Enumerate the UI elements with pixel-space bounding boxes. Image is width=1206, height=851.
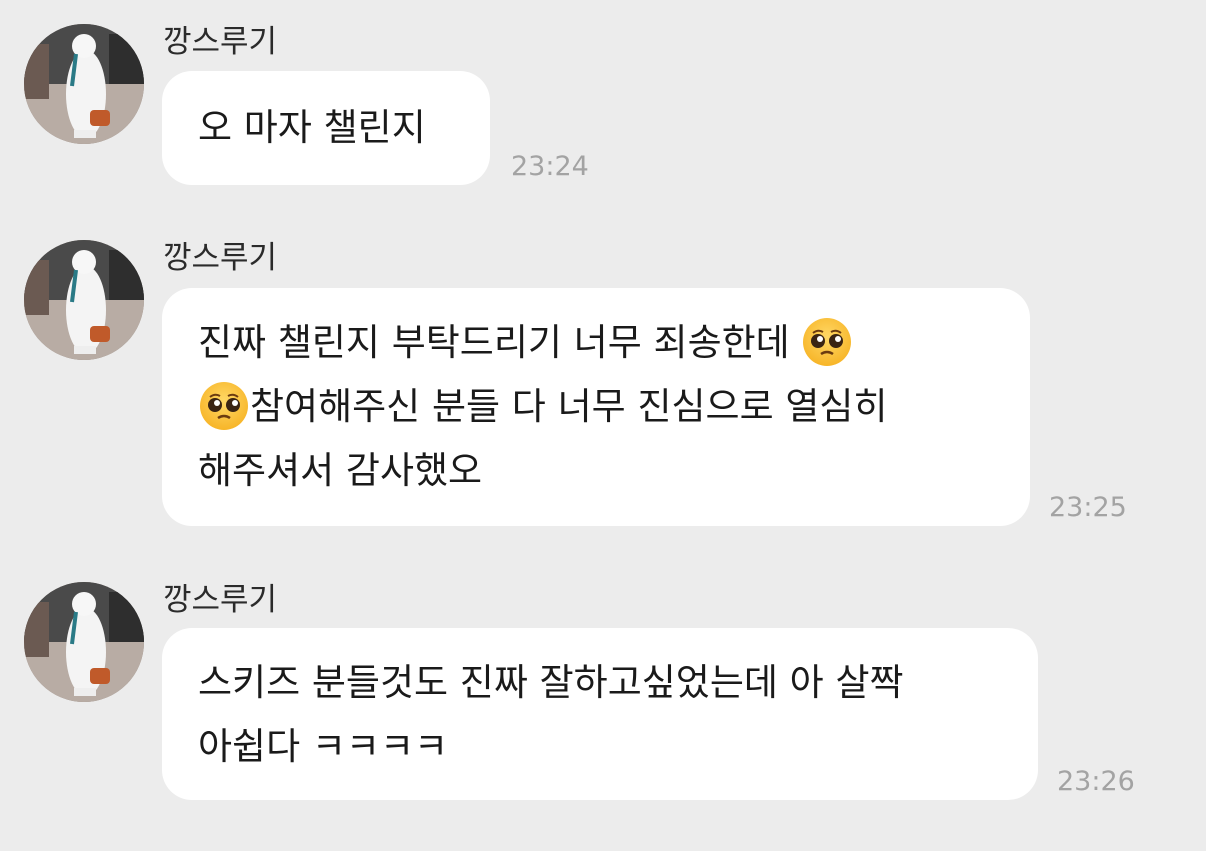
sender-name: 깡스루기 (163, 24, 278, 60)
message-bubble[interactable]: 진짜 챌린지 부탁드리기 너무 죄송한데 참여해주신 분들 다 너무 진심으로 … (162, 288, 1030, 526)
message-text: 스키즈 분들것도 진짜 잘하고싶었는데 아 살짝 (198, 661, 904, 704)
message-bubble[interactable]: 오 마자 챌린지 (162, 71, 490, 185)
avatar[interactable] (24, 24, 144, 144)
message-text: 해주셔서 감사했오 (198, 449, 483, 492)
message-text: 오 마자 챌린지 (198, 106, 426, 149)
message-text: 참여해주신 분들 다 너무 진심으로 열심히 (250, 385, 888, 428)
timestamp: 23:24 (511, 151, 589, 182)
message-line: 해주셔서 감사했오 (198, 439, 994, 503)
pleading-face-icon (200, 381, 248, 430)
sender-name: 깡스루기 (163, 240, 278, 276)
message-line: 진짜 챌린지 부탁드리기 너무 죄송한데 (198, 311, 994, 375)
sender-name: 깡스루기 (163, 582, 278, 618)
pleading-face-icon (803, 317, 852, 366)
message-line: 참여해주신 분들 다 너무 진심으로 열심히 (198, 375, 994, 439)
timestamp: 23:25 (1049, 492, 1127, 523)
message-text: 아쉽다 ㅋㅋㅋㅋ (198, 725, 449, 768)
avatar[interactable] (24, 582, 144, 702)
timestamp: 23:26 (1057, 766, 1135, 797)
message-bubble[interactable]: 스키즈 분들것도 진짜 잘하고싶었는데 아 살짝 아쉽다 ㅋㅋㅋㅋ (162, 628, 1038, 800)
message-text: 진짜 챌린지 부탁드리기 너무 죄송한데 (198, 321, 802, 364)
avatar[interactable] (24, 240, 144, 360)
